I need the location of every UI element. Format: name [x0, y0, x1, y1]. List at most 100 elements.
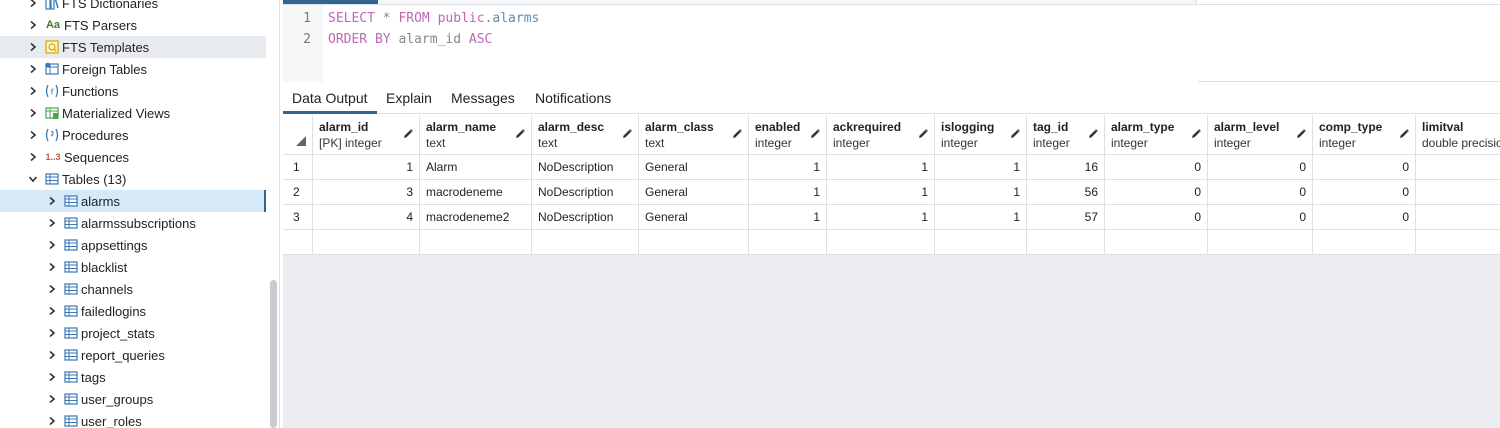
cell-limitval[interactable]	[1416, 230, 1500, 255]
chevron-right-icon[interactable]	[26, 40, 40, 54]
sql-code-area[interactable]: SELECT * FROM public.alarms ORDER BY ala…	[323, 5, 1197, 82]
tree-item-user-groups[interactable]: user_groups	[0, 388, 266, 410]
chevron-right-icon[interactable]	[26, 128, 40, 142]
cell-ackrequired[interactable]: 1	[827, 180, 935, 205]
chevron-right-icon[interactable]	[26, 0, 40, 10]
cell-alarm-desc[interactable]: NoDescription	[532, 205, 639, 230]
cell-ackrequired[interactable]	[827, 230, 935, 255]
cell-islogging[interactable]	[935, 230, 1027, 255]
tree-item-user-roles[interactable]: user_roles	[0, 410, 266, 428]
sidebar-scrollbar[interactable]	[270, 280, 277, 428]
cell-islogging[interactable]: 1	[935, 180, 1027, 205]
cell-alarm-level[interactable]: 0	[1208, 155, 1313, 180]
cell-ackrequired[interactable]: 1	[827, 205, 935, 230]
column-header-islogging[interactable]: islogging integer	[935, 115, 1027, 155]
cell-islogging[interactable]: 1	[935, 155, 1027, 180]
column-header-ackrequired[interactable]: ackrequired integer	[827, 115, 935, 155]
row-number[interactable]	[283, 230, 313, 255]
cell-islogging[interactable]: 1	[935, 205, 1027, 230]
chevron-right-icon[interactable]	[45, 414, 59, 428]
chevron-right-icon[interactable]	[45, 370, 59, 384]
tab-messages[interactable]: Messages	[442, 83, 524, 114]
row-number[interactable]: 1	[283, 155, 313, 180]
column-header-comp-type[interactable]: comp_type integer	[1313, 115, 1416, 155]
tab-explain[interactable]: Explain	[377, 83, 441, 114]
cell-alarm-desc[interactable]	[532, 230, 639, 255]
chevron-right-icon[interactable]	[45, 304, 59, 318]
tree-item-procedures[interactable]: Procedures	[0, 124, 266, 146]
chevron-right-icon[interactable]	[45, 282, 59, 296]
column-header-alarm-id[interactable]: alarm_id [PK] integer	[313, 115, 420, 155]
pencil-icon[interactable]	[621, 128, 633, 140]
cell-comp-type[interactable]	[1313, 230, 1416, 255]
chevron-right-icon[interactable]	[26, 106, 40, 120]
cell-ackrequired[interactable]: 1	[827, 155, 935, 180]
cell-comp-type[interactable]: 0	[1313, 155, 1416, 180]
cell-alarm-class[interactable]	[639, 230, 749, 255]
cell-alarm-desc[interactable]: NoDescription	[532, 180, 639, 205]
cell-alarm-id[interactable]: 1	[313, 155, 420, 180]
grid-select-all-corner[interactable]	[283, 115, 313, 155]
cell-tag-id[interactable]	[1027, 230, 1105, 255]
pencil-icon[interactable]	[514, 128, 526, 140]
chevron-right-icon[interactable]	[45, 326, 59, 340]
cell-alarm-id[interactable]: 4	[313, 205, 420, 230]
cell-limitval[interactable]	[1416, 205, 1500, 230]
cell-alarm-level[interactable]	[1208, 230, 1313, 255]
tree-item-sequences[interactable]: 1..3 Sequences	[0, 146, 266, 168]
column-header-alarm-class[interactable]: alarm_class text	[639, 115, 749, 155]
tree-item-tags[interactable]: tags	[0, 366, 266, 388]
cell-alarm-level[interactable]: 0	[1208, 205, 1313, 230]
tree-item-fts-templates[interactable]: FTS Templates	[0, 36, 266, 58]
column-header-alarm-level[interactable]: alarm_level integer	[1208, 115, 1313, 155]
tree-item-materialized-views[interactable]: Materialized Views	[0, 102, 266, 124]
cell-alarm-name[interactable]: macrodeneme	[420, 180, 532, 205]
cell-alarm-type[interactable]	[1105, 230, 1208, 255]
chevron-right-icon[interactable]	[26, 18, 40, 32]
cell-alarm-id[interactable]	[313, 230, 420, 255]
cell-tag-id[interactable]: 56	[1027, 180, 1105, 205]
tree-item-channels[interactable]: channels	[0, 278, 266, 300]
tab-notifications[interactable]: Notifications	[526, 83, 620, 114]
chevron-right-icon[interactable]	[26, 84, 40, 98]
tree-item-blacklist[interactable]: blacklist	[0, 256, 266, 278]
tree-item-report-queries[interactable]: report_queries	[0, 344, 266, 366]
cell-enabled[interactable]: 1	[749, 205, 827, 230]
pencil-icon[interactable]	[1087, 128, 1099, 140]
column-header-alarm-desc[interactable]: alarm_desc text	[532, 115, 639, 155]
cell-alarm-level[interactable]: 0	[1208, 180, 1313, 205]
column-header-enabled[interactable]: enabled integer	[749, 115, 827, 155]
cell-enabled[interactable]	[749, 230, 827, 255]
cell-alarm-name[interactable]: macrodeneme2	[420, 205, 532, 230]
cell-enabled[interactable]: 1	[749, 155, 827, 180]
row-number[interactable]: 2	[283, 180, 313, 205]
row-number[interactable]: 3	[283, 205, 313, 230]
cell-alarm-class[interactable]: General	[639, 180, 749, 205]
pencil-icon[interactable]	[731, 128, 743, 140]
pencil-icon[interactable]	[917, 128, 929, 140]
cell-limitval[interactable]	[1416, 155, 1500, 180]
cell-enabled[interactable]: 1	[749, 180, 827, 205]
tree-item-project-stats[interactable]: project_stats	[0, 322, 266, 344]
cell-tag-id[interactable]: 16	[1027, 155, 1105, 180]
cell-alarm-id[interactable]: 3	[313, 180, 420, 205]
tree-item-fts-dictionaries[interactable]: FTS Dictionaries	[0, 0, 266, 14]
column-header-alarm-name[interactable]: alarm_name text	[420, 115, 532, 155]
chevron-right-icon[interactable]	[26, 62, 40, 76]
chevron-right-icon[interactable]	[45, 392, 59, 406]
chevron-right-icon[interactable]	[26, 150, 40, 164]
cell-alarm-desc[interactable]: NoDescription	[532, 155, 639, 180]
pencil-icon[interactable]	[1398, 128, 1410, 140]
pencil-icon[interactable]	[809, 128, 821, 140]
column-header-alarm-type[interactable]: alarm_type integer	[1105, 115, 1208, 155]
tree-item-functions[interactable]: f Functions	[0, 80, 266, 102]
column-header-tag-id[interactable]: tag_id integer	[1027, 115, 1105, 155]
tree-item-foreign-tables[interactable]: Foreign Tables	[0, 58, 266, 80]
chevron-right-icon[interactable]	[45, 216, 59, 230]
chevron-right-icon[interactable]	[45, 238, 59, 252]
pencil-icon[interactable]	[1295, 128, 1307, 140]
pencil-icon[interactable]	[1009, 128, 1021, 140]
tree-item-alarmssubscriptions[interactable]: alarmssubscriptions	[0, 212, 266, 234]
cell-alarm-name[interactable]	[420, 230, 532, 255]
cell-tag-id[interactable]: 57	[1027, 205, 1105, 230]
